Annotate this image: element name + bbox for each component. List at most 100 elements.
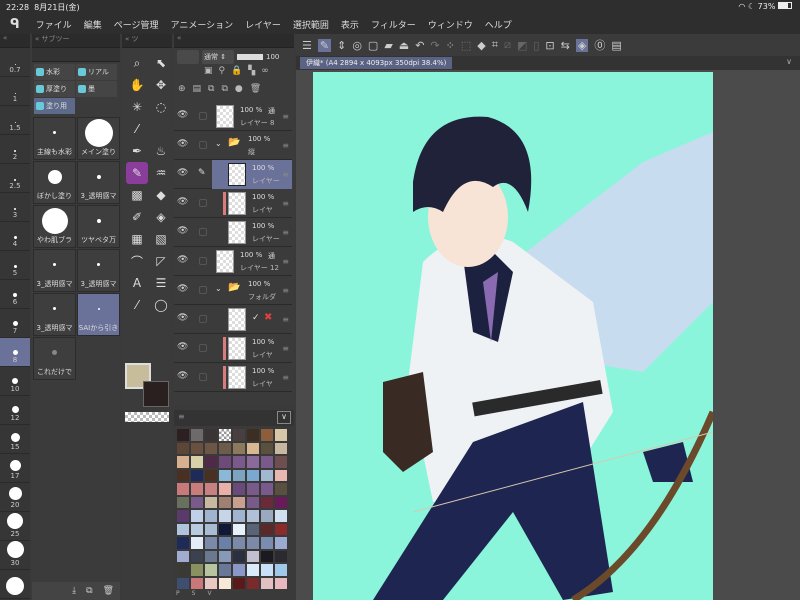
transform-icon[interactable]: ⌗ [492, 38, 498, 52]
app-logo-icon[interactable]: ᑫ [10, 17, 20, 32]
color-swatch[interactable] [218, 576, 232, 590]
color-swatch[interactable] [176, 509, 190, 523]
subtool-group-tab[interactable]: リアル [76, 64, 117, 80]
brush-size-item[interactable]: 0.7 [0, 48, 30, 77]
text-icon[interactable]: A [126, 272, 148, 294]
color-swatch[interactable] [204, 482, 218, 496]
subtool-brush-item[interactable]: ぼかし塗り [33, 161, 76, 204]
color-swatch[interactable] [274, 549, 288, 563]
marker-icon[interactable]: ✐ [126, 206, 148, 228]
color-swatch[interactable] [204, 576, 218, 590]
auto-select-icon[interactable]: ✳ [126, 96, 148, 118]
color-swatch[interactable] [260, 441, 274, 455]
brush-size-item[interactable]: 30 [0, 541, 30, 570]
eye-icon[interactable]: 👁 [177, 342, 188, 352]
subtool-brush-item[interactable]: やわ肌ブラ [33, 205, 76, 248]
undo-icon[interactable]: ↶ [415, 39, 424, 52]
reference-icon[interactable]: ⊡ [545, 39, 554, 52]
color-swatch[interactable] [260, 482, 274, 496]
brush-size-item[interactable]: 2 [0, 135, 30, 164]
color-swatch[interactable] [232, 441, 246, 455]
subtool-brush-item[interactable]: 3_透明感マ [77, 161, 120, 204]
chevron-down-icon[interactable]: ⌄ [215, 139, 222, 148]
color-swatch[interactable] [204, 509, 218, 523]
color-swatch[interactable] [204, 536, 218, 550]
color-swatch[interactable] [218, 522, 232, 536]
fill-icon[interactable]: ◈ [150, 206, 172, 228]
subtool-brush-item[interactable]: メイン塗り [77, 117, 120, 160]
color-swatch[interactable] [204, 563, 218, 577]
color-swatch[interactable] [218, 549, 232, 563]
menu-item[interactable]: ヘルプ [485, 18, 512, 31]
color-swatch[interactable] [274, 522, 288, 536]
document-tab[interactable]: 伊織* (A4 2894 x 4093px 350dpi 38.4%) [300, 57, 453, 69]
sync-icon[interactable]: ⇆ [561, 39, 570, 52]
color-swatch[interactable] [204, 468, 218, 482]
color-swatch[interactable] [176, 441, 190, 455]
layer-checkbox[interactable] [199, 344, 207, 352]
color-swatch[interactable] [274, 576, 288, 590]
eraser-icon[interactable]: ◆ [150, 184, 172, 206]
airbrush-icon[interactable]: ♨ [150, 140, 172, 162]
brush-size-item[interactable]: 25 [0, 512, 30, 541]
color-swatch[interactable] [274, 428, 288, 442]
eye-icon[interactable]: 👁 [177, 284, 188, 294]
layer-row[interactable]: 👁 ✓ ✖ ≡ [174, 305, 292, 334]
color-swatch[interactable] [260, 455, 274, 469]
layer-menu-icon[interactable]: ≡ [282, 257, 289, 266]
color-swatch[interactable] [232, 509, 246, 523]
crop-icon[interactable]: ⬚ [461, 39, 471, 52]
chevron-down-icon[interactable]: ∨ [786, 57, 792, 66]
chevron-up-down-icon[interactable]: ⇕ [337, 39, 346, 52]
brush-size-item[interactable]: 2.5 [0, 164, 30, 193]
color-swatch[interactable] [260, 576, 274, 590]
color-swatch[interactable] [176, 495, 190, 509]
color-swatch[interactable] [246, 576, 260, 590]
color-swatch[interactable] [190, 509, 204, 523]
color-swatch[interactable] [176, 522, 190, 536]
color-swatch[interactable] [190, 495, 204, 509]
layer-action-icons[interactable]: ⊕▤⧉⧉●🗑 [174, 84, 294, 102]
color-swatch[interactable] [218, 468, 232, 482]
subtool-group-tab[interactable]: 水彩 [34, 64, 75, 80]
color-swatch[interactable] [260, 536, 274, 550]
subtool-brush-item[interactable]: 3_透明感マ [33, 293, 76, 336]
layer-checkbox[interactable] [199, 199, 207, 207]
brush-icon[interactable]: ✎ [126, 162, 148, 184]
subtool-group-tab[interactable]: 塗り用 [34, 98, 75, 114]
companion-icon[interactable]: ⓪ [594, 37, 605, 53]
subtool-brush-item[interactable]: 主線も水彩 [33, 117, 76, 160]
layer-row[interactable]: 👁 100 % レイヤ ≡ [174, 189, 292, 218]
layers-icon[interactable]: ◈ [575, 38, 589, 52]
color-swatch[interactable] [246, 428, 260, 442]
color-swatch[interactable] [232, 563, 246, 577]
color-swatch[interactable] [246, 468, 260, 482]
fill-selection-icon[interactable]: ◆ [477, 39, 485, 52]
correct-line-icon[interactable]: ⁄ [126, 294, 148, 316]
color-swatch[interactable] [260, 509, 274, 523]
palette-mode-button[interactable]: S [192, 590, 196, 597]
brush-size-item[interactable]: 20 [0, 483, 30, 512]
color-swatch[interactable] [246, 482, 260, 496]
eyedropper-icon[interactable]: ⁄ [126, 118, 148, 140]
chevron-down-icon[interactable]: ⌄ [215, 284, 222, 293]
frame-icon[interactable]: ☰ [150, 272, 172, 294]
color-swatch[interactable] [218, 495, 232, 509]
lasso-icon[interactable]: ◌ [150, 96, 172, 118]
color-swatch[interactable] [176, 455, 190, 469]
clip-icon[interactable]: ◎ [352, 39, 362, 52]
eye-icon[interactable]: 👁 [177, 168, 188, 178]
color-swatch[interactable] [232, 536, 246, 550]
color-swatch[interactable] [274, 468, 288, 482]
eye-icon[interactable]: 👁 [177, 313, 188, 323]
color-swatch[interactable] [232, 495, 246, 509]
operation-tool-icon[interactable]: ⬉ [150, 52, 172, 74]
brush-size-item[interactable]: 7 [0, 309, 30, 338]
curve-icon[interactable]: ⌒ [126, 250, 148, 272]
layer-menu-icon[interactable]: ≡ [282, 373, 289, 382]
color-swatch[interactable] [176, 563, 190, 577]
color-swatch[interactable] [260, 563, 274, 577]
layer-checkbox[interactable] [199, 112, 207, 120]
color-swatch[interactable] [246, 536, 260, 550]
tone-icon[interactable]: ◩ [517, 39, 527, 52]
